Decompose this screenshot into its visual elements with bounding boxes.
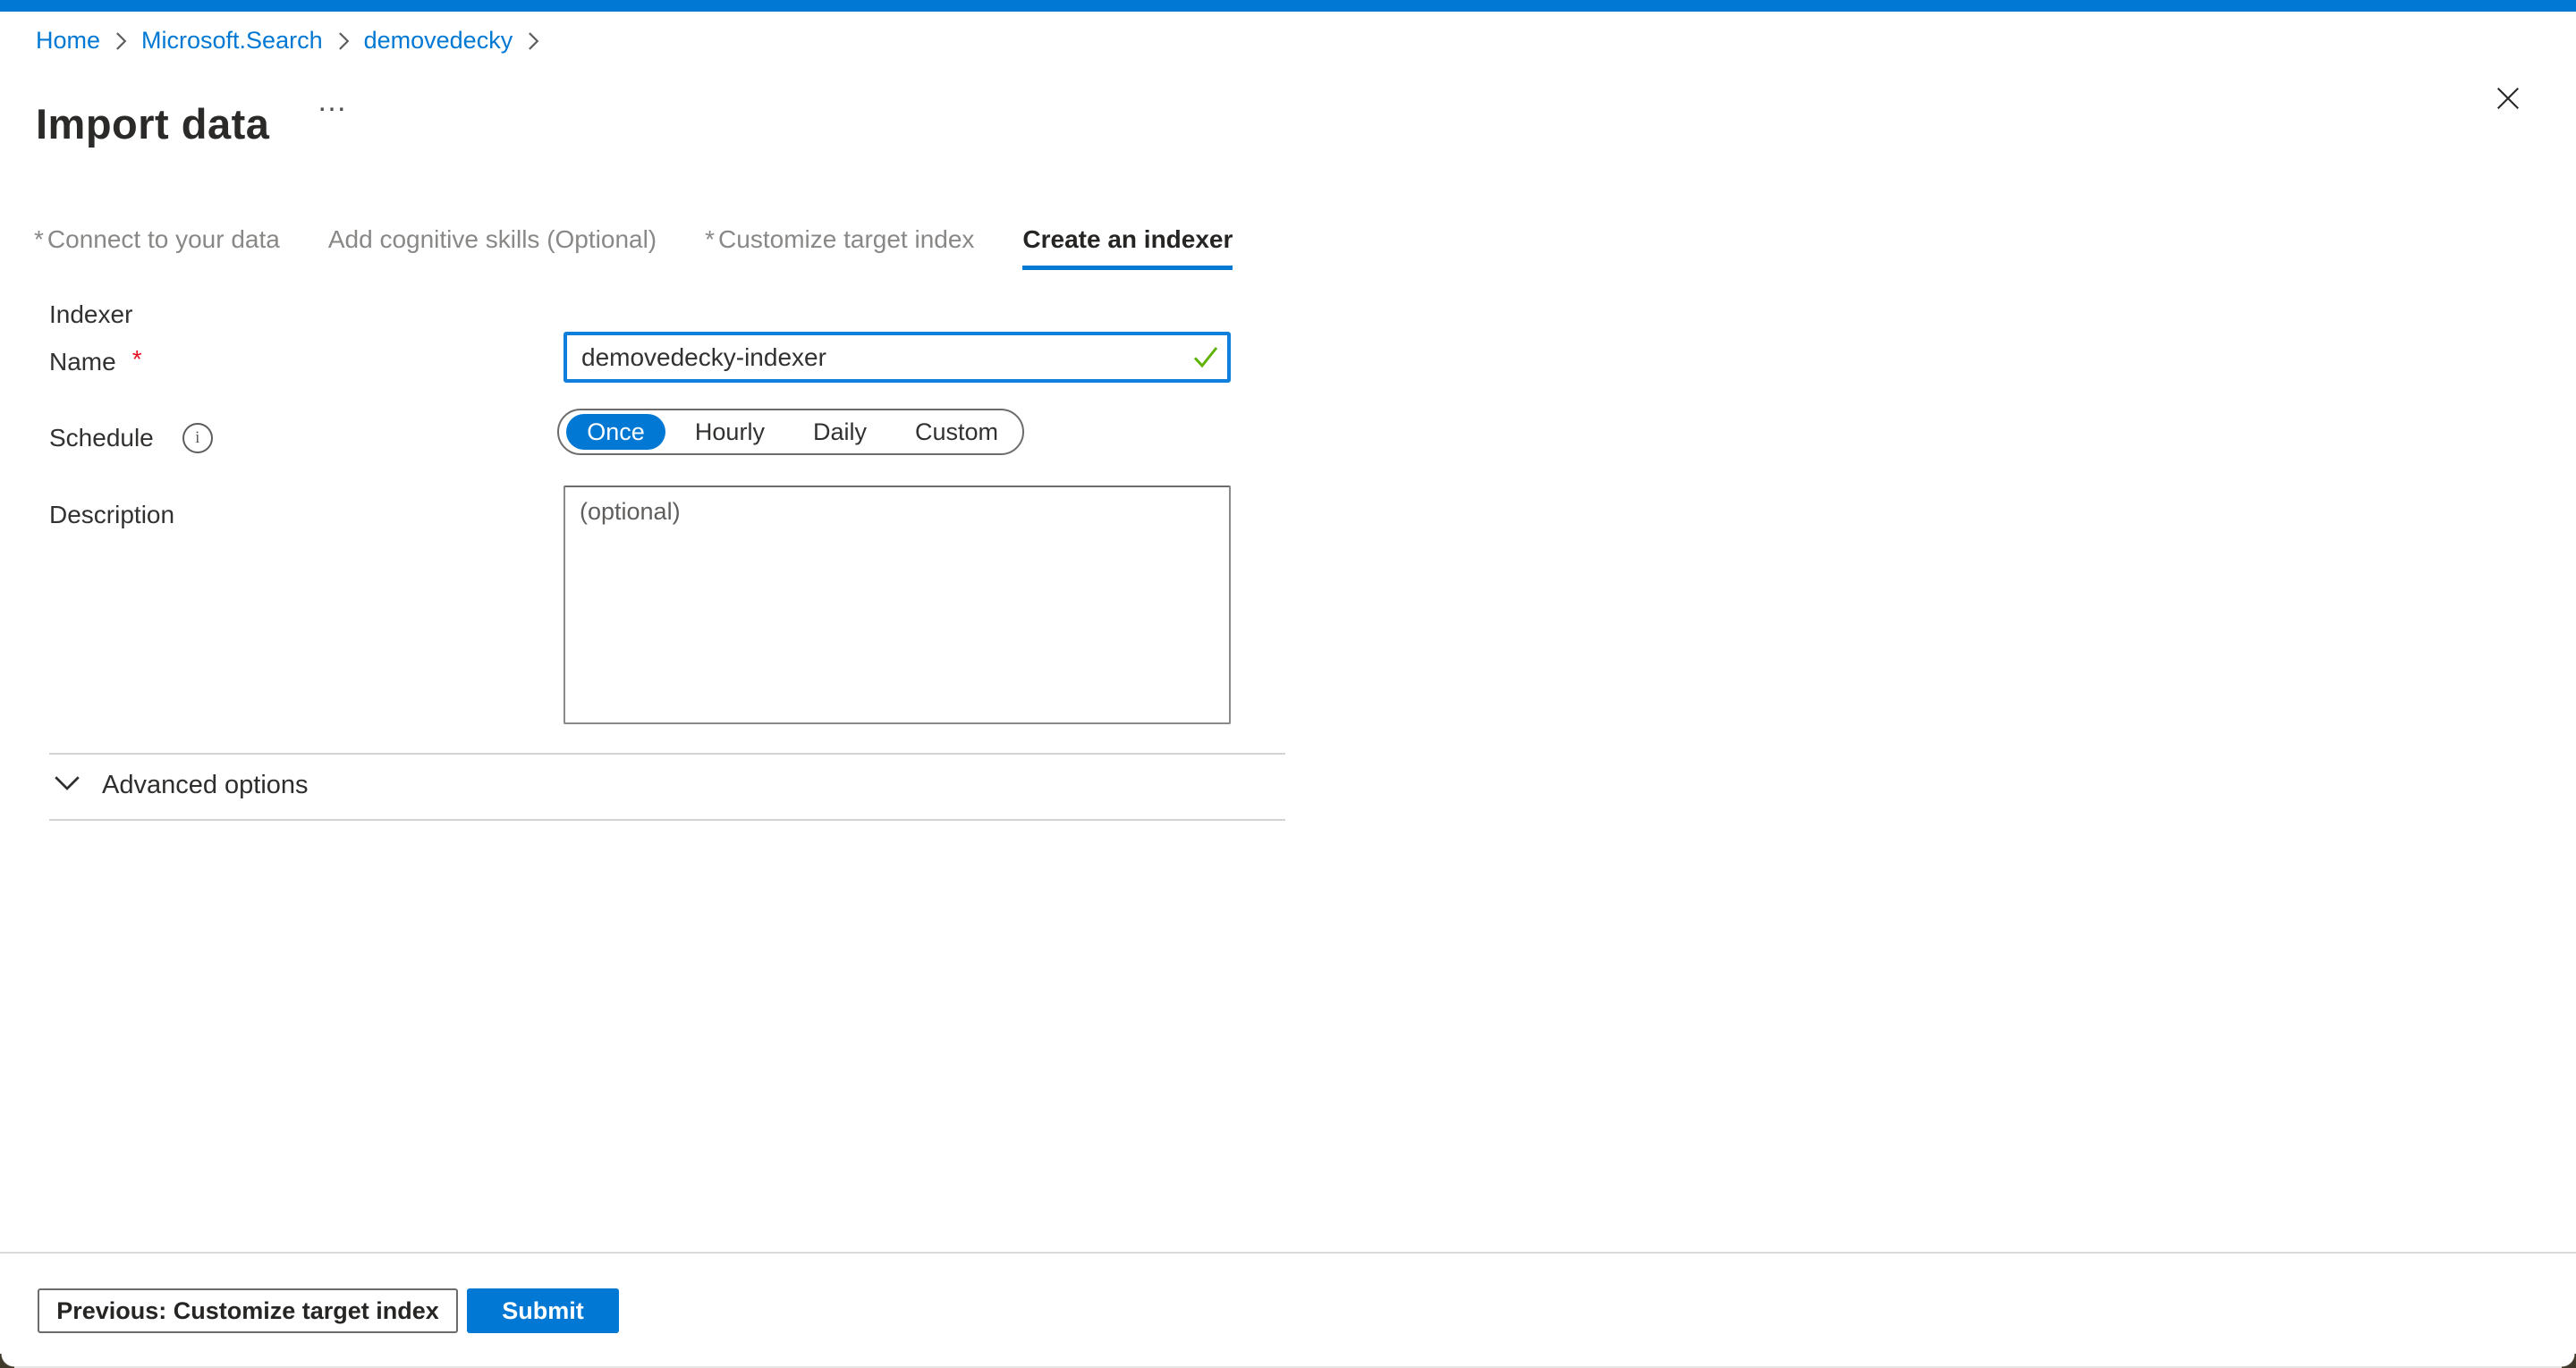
required-marker: * — [705, 225, 715, 253]
chevron-right-icon — [337, 31, 350, 51]
tab-label: Add cognitive skills (Optional) — [328, 225, 657, 253]
divider-below-advanced — [49, 819, 1285, 821]
advanced-options-toggle[interactable]: Advanced options — [54, 771, 309, 800]
more-options-button[interactable]: … — [308, 79, 359, 124]
footer-divider — [0, 1252, 2576, 1254]
description-area — [564, 486, 1231, 724]
tab-label: Connect to your data — [47, 225, 280, 253]
tab-label: Customize target index — [718, 225, 974, 253]
import-data-page: Home Microsoft.Search demovedecky Import… — [0, 0, 2576, 1368]
name-label-text: Name — [49, 348, 116, 376]
tab-add-cognitive-skills[interactable]: Add cognitive skills (Optional) — [328, 225, 657, 270]
info-icon[interactable]: i — [182, 423, 213, 453]
schedule-label-text: Schedule — [49, 424, 154, 452]
name-field-label: Name * — [49, 348, 142, 376]
required-marker: * — [34, 225, 44, 253]
submit-button[interactable]: Submit — [467, 1288, 619, 1333]
required-asterisk: * — [132, 345, 142, 374]
chevron-down-icon — [54, 774, 80, 797]
previous-step-button[interactable]: Previous: Customize target index — [38, 1288, 458, 1333]
indexer-name-input[interactable] — [564, 332, 1231, 383]
name-input-wrap — [564, 332, 1231, 383]
azure-top-bar — [0, 0, 2576, 12]
schedule-option-once[interactable]: Once — [566, 414, 665, 450]
schedule-option-hourly[interactable]: Hourly — [671, 418, 789, 446]
description-label-text: Description — [49, 501, 174, 529]
divider-above-advanced — [49, 753, 1285, 755]
schedule-option-custom[interactable]: Custom — [891, 418, 1022, 446]
description-textarea[interactable] — [564, 486, 1231, 724]
breadcrumb-link-demovedecky[interactable]: demovedecky — [364, 27, 513, 55]
chevron-right-icon — [527, 31, 539, 51]
close-icon — [2495, 85, 2521, 116]
tab-connect-to-your-data[interactable]: *Connect to your data — [34, 225, 280, 270]
tab-create-an-indexer[interactable]: Create an indexer — [1022, 225, 1233, 270]
screen-corner-artifact — [0, 1354, 14, 1368]
description-field-label: Description — [49, 501, 174, 529]
schedule-option-daily[interactable]: Daily — [789, 418, 891, 446]
screen-corner-artifact — [2562, 1354, 2576, 1368]
tab-customize-target-index[interactable]: *Customize target index — [705, 225, 974, 270]
breadcrumb-link-home[interactable]: Home — [36, 27, 100, 55]
indexer-section-title: Indexer — [49, 300, 132, 329]
advanced-options-label: Advanced options — [102, 771, 309, 800]
chevron-right-icon — [114, 31, 127, 51]
wizard-tabs: *Connect to your data Add cognitive skil… — [34, 225, 1233, 270]
schedule-field-label: Schedule i — [49, 423, 213, 453]
schedule-segmented-control: Once Hourly Daily Custom — [557, 409, 1024, 455]
tab-label: Create an indexer — [1022, 225, 1233, 253]
valid-checkmark-icon — [1191, 343, 1220, 375]
page-title: Import data — [36, 99, 269, 148]
close-button[interactable] — [2488, 80, 2528, 120]
breadcrumb: Home Microsoft.Search demovedecky — [36, 27, 539, 55]
breadcrumb-link-microsoft-search[interactable]: Microsoft.Search — [141, 27, 323, 55]
